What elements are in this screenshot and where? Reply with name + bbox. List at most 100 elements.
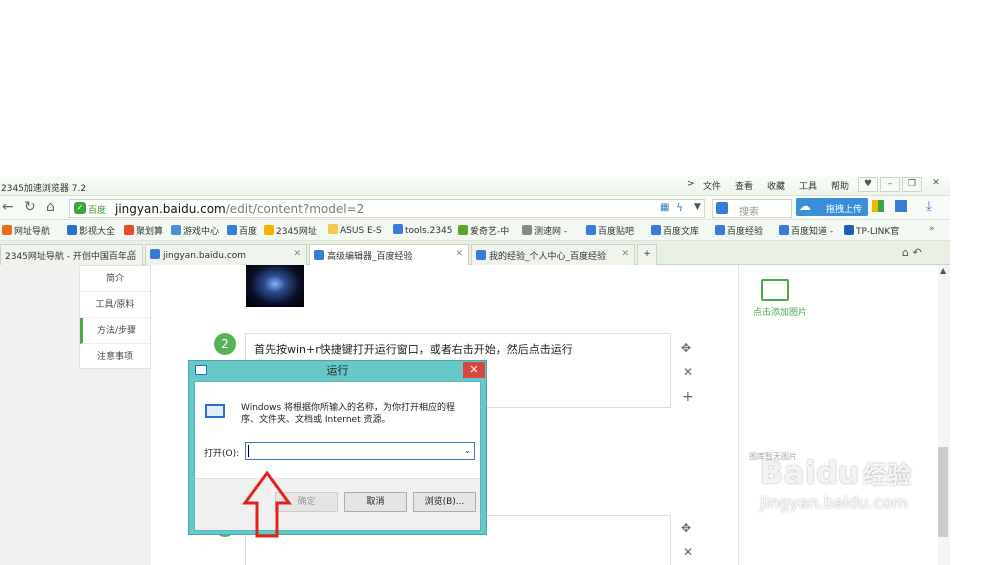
open-label: 打开(O): [204, 449, 240, 459]
tab-favicon-icon [314, 250, 324, 260]
bookmark-item[interactable]: 百度贴吧 [586, 224, 634, 237]
delete-icon[interactable]: ✕ [683, 545, 693, 559]
cancel-button[interactable]: 取消 [344, 492, 407, 512]
tab-jingyan[interactable]: jingyan.baidu.com ✕ [145, 244, 307, 265]
bookmark-item[interactable]: ASUS E-S [328, 224, 382, 236]
run-program-icon [205, 404, 225, 418]
watermark-brand3: 经验 [863, 461, 912, 489]
menu-view[interactable]: 查看 [735, 179, 753, 192]
step-number: 2 [214, 333, 236, 355]
menu-tools[interactable]: 工具 [799, 179, 817, 192]
url-field[interactable]: ✓ 百度 jingyan.baidu.com/edit/content?mode… [69, 199, 705, 218]
menu-help[interactable]: 帮助 [831, 179, 849, 192]
bookmark-item[interactable]: 网址导航 [2, 224, 50, 237]
close-icon[interactable]: ✕ [926, 177, 946, 192]
bookmark-item[interactable]: 百度经验 [715, 224, 763, 237]
dialog-title: 运行 [326, 364, 349, 377]
add-icon[interactable]: + [682, 389, 694, 405]
tab-close-icon[interactable]: ✕ [455, 249, 463, 259]
browse-button[interactable]: 浏览(B)... [413, 492, 476, 512]
more-bookmarks-icon[interactable]: » [929, 224, 935, 234]
user-icon[interactable] [895, 200, 907, 212]
upload-button[interactable]: ☁ 拖拽上传 [796, 198, 868, 216]
move-icon[interactable]: ✥ [681, 341, 691, 355]
image-panel: 点击添加图片 图库暂无图片 [738, 265, 938, 565]
bookmark-item[interactable]: 2345网址 [264, 224, 317, 237]
download-icon[interactable]: ⤓ [926, 199, 932, 214]
scroll-up-icon[interactable]: ▲ [940, 266, 946, 275]
nav-item-tools[interactable]: 工具/原料 [80, 292, 150, 318]
search-input[interactable]: 搜索 [712, 199, 792, 218]
bookmark-item[interactable]: tools.2345 [393, 224, 453, 236]
tab-tools-icon[interactable]: ⌂ ↶ [902, 246, 922, 259]
tab-my-experience[interactable]: 我的经验_个人中心_百度经验 ✕ [471, 244, 635, 265]
menu-favorites[interactable]: 收藏 [767, 179, 785, 192]
qr-icon[interactable]: ▦ [660, 202, 669, 213]
tab-favicon-icon [150, 249, 160, 259]
add-image-icon[interactable] [761, 279, 789, 301]
bookmarks-bar: 网址导航 影视大全 聚划算 游戏中心 百度 2345网址 ASUS E-S to… [0, 220, 950, 241]
cloud-icon: ☁ [799, 199, 811, 213]
shield-icon: ✓ [74, 202, 86, 214]
screenshot-root: 2345加速浏览器 7.2 > 文件 查看 收藏 工具 帮助 ♥ – ❐ ✕ ←… [0, 0, 1000, 565]
apps-icon[interactable] [872, 200, 884, 212]
dialog-footer: 确定 取消 浏览(B)... [195, 478, 480, 530]
text-cursor [248, 445, 249, 457]
move-icon[interactable]: ✥ [681, 521, 691, 535]
minimize-icon[interactable]: – [880, 177, 900, 192]
nav-item-notes[interactable]: 注意事项 [80, 344, 150, 370]
scrollbar[interactable]: ▲ [938, 265, 950, 565]
search-placeholder: 搜索 [739, 207, 759, 218]
bookmark-item[interactable]: 测速网 - [522, 224, 567, 237]
step-thumbnail-image[interactable] [246, 265, 304, 307]
url-text: jingyan.baidu.com/edit/content?model=2 [115, 202, 365, 216]
watermark-brand: Bai [760, 456, 817, 491]
bookmark-item[interactable]: 百度 [227, 224, 257, 237]
dialog-body: Windows 将根据你所输入的名称，为你打开相应的程序、文件夹、文档或 Int… [194, 381, 481, 531]
watermark-site: jingyan.baidu.com [760, 493, 908, 512]
restore-icon[interactable]: ❐ [902, 177, 922, 192]
upload-label: 拖拽上传 [826, 205, 863, 215]
title-bar: 2345加速浏览器 7.2 > 文件 查看 收藏 工具 帮助 ♥ – ❐ ✕ [0, 176, 950, 196]
dropdown-icon[interactable]: ▼ [694, 202, 701, 212]
tab-close-icon[interactable]: ✕ [293, 249, 301, 259]
tab-editor[interactable]: 高级编辑器_百度经验 ✕ [309, 244, 469, 266]
tab-favicon-icon [476, 250, 486, 260]
address-bar: ← ↻ ⌂ ✓ 百度 jingyan.baidu.com/edit/conten… [0, 196, 950, 220]
open-input[interactable]: ⌄ [245, 442, 475, 460]
tab-close-icon[interactable]: ✕ [129, 249, 137, 259]
nav-item-intro[interactable]: 简介 [80, 266, 150, 292]
add-image-link[interactable]: 点击添加图片 [753, 305, 807, 318]
skin-icon[interactable]: ♥ [858, 177, 878, 192]
run-dialog: 运行 ✕ Windows 将根据你所输入的名称，为你打开相应的程序、文件夹、文档… [188, 360, 487, 535]
tab-bar: 2345网址导航 - 开创中国百年品 ✕ jingyan.baidu.com ✕ 高… [0, 241, 950, 266]
back-icon[interactable]: ← [2, 200, 14, 214]
bookmark-item[interactable]: 聚划算 [124, 224, 163, 237]
bookmark-item[interactable]: 游戏中心 [171, 224, 219, 237]
menu-arrow-icon[interactable]: > [687, 179, 695, 189]
window-title: 2345加速浏览器 7.2 [1, 184, 87, 194]
refresh-icon[interactable]: ↻ [24, 200, 36, 214]
delete-icon[interactable]: ✕ [683, 365, 693, 379]
bookmark-item[interactable]: TP-LINK官 [844, 224, 899, 237]
menu-file[interactable]: 文件 [703, 179, 721, 192]
chevron-down-icon[interactable]: ⌄ [464, 446, 471, 455]
bookmark-item[interactable]: 百度知道 - [779, 224, 833, 237]
step-text: 首先按win+r快捷键打开运行窗口，或者右击开始，然后点击运行 [254, 343, 573, 356]
bookmark-item[interactable]: 百度文库 [651, 224, 699, 237]
red-arrow-annotation [242, 470, 292, 538]
safe-label: 百度 [88, 206, 107, 216]
nav-item-steps[interactable]: 方法/步骤 [80, 318, 150, 344]
dialog-close-icon[interactable]: ✕ [463, 362, 485, 378]
scrollbar-thumb[interactable] [938, 447, 948, 537]
bookmark-item[interactable]: 爱奇艺-中 [458, 224, 509, 237]
tab-2345[interactable]: 2345网址导航 - 开创中国百年品 ✕ [0, 244, 143, 265]
left-nav: 简介 工具/原料 方法/步骤 注意事项 [79, 265, 151, 370]
home-icon[interactable]: ⌂ [46, 200, 55, 214]
tab-close-icon[interactable]: ✕ [621, 249, 629, 259]
new-tab-button[interactable]: + [637, 244, 657, 265]
lightning-icon[interactable]: ϟ [676, 201, 683, 214]
watermark-brand2: du [816, 456, 860, 491]
baidu-watermark: Baidu 经验 jingyan.baidu.com [760, 455, 911, 512]
bookmark-item[interactable]: 影视大全 [67, 224, 115, 237]
